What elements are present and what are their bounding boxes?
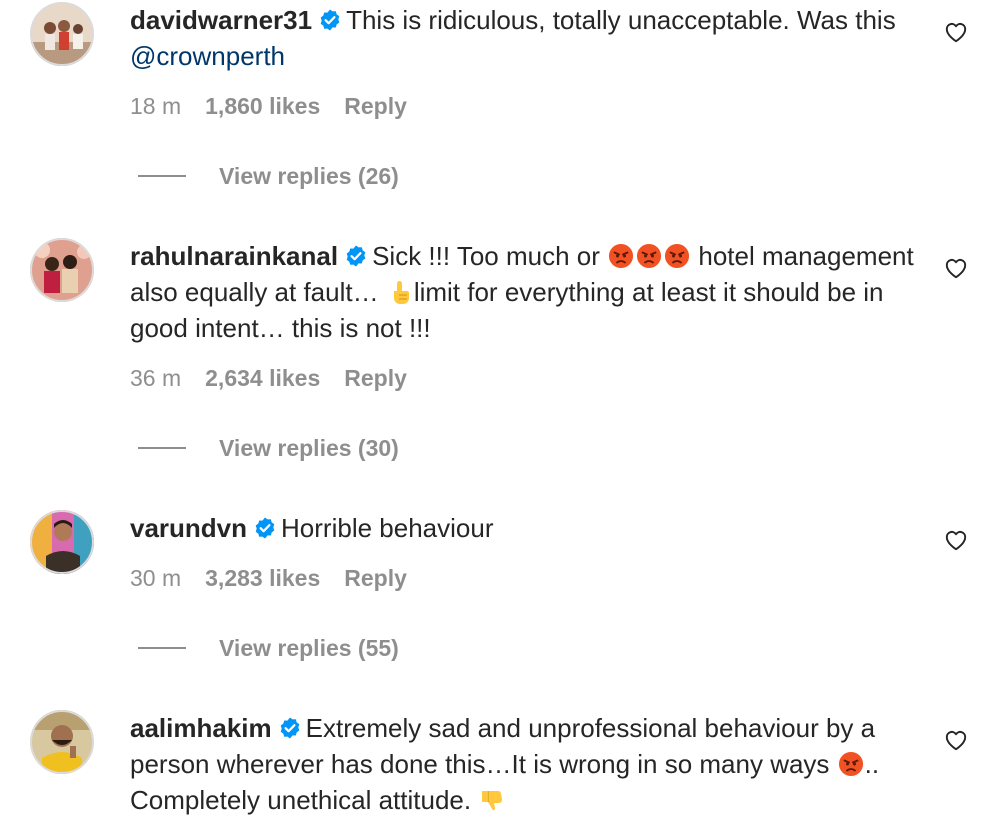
- reply-button[interactable]: Reply: [344, 92, 407, 120]
- like-heart-icon[interactable]: [943, 527, 969, 553]
- likes-count[interactable]: 3,283 likes: [205, 564, 320, 592]
- like-heart-icon[interactable]: [943, 255, 969, 281]
- view-replies-label: View replies (30): [219, 434, 399, 461]
- angry-face-icon: [838, 751, 864, 777]
- comment-text: davidwarner31 This is ridiculous, totally…: [130, 2, 920, 74]
- avatar[interactable]: [30, 710, 94, 774]
- verified-badge-icon: [278, 716, 302, 740]
- comment-meta: 36 m 2,634 likes Reply: [130, 364, 407, 392]
- comment-body: Sick !!! Too much or: [372, 241, 608, 271]
- verified-badge-icon: [318, 8, 342, 32]
- view-replies-button[interactable]: View replies (26): [138, 161, 399, 191]
- avatar[interactable]: [30, 238, 94, 302]
- verified-badge-icon: [253, 516, 277, 540]
- comment-time: 36 m: [130, 365, 182, 391]
- like-heart-icon[interactable]: [943, 727, 969, 753]
- avatar[interactable]: [30, 510, 94, 574]
- username[interactable]: varundvn: [130, 513, 247, 543]
- comment-time: 18 m: [130, 93, 182, 119]
- comment-text: varundvn Horrible behaviour: [130, 510, 920, 546]
- reply-button[interactable]: Reply: [344, 364, 407, 392]
- comment-text: aalimhakim Extremely sad and unprofession…: [130, 710, 920, 818]
- view-replies-button[interactable]: View replies (30): [138, 433, 399, 463]
- reply-button[interactable]: Reply: [344, 564, 407, 592]
- divider-line: [138, 447, 186, 449]
- divider-line: [138, 175, 186, 177]
- divider-line: [138, 647, 186, 649]
- view-replies-label: View replies (55): [219, 634, 399, 661]
- angry-face-icon: [636, 243, 662, 269]
- comment-body: Horrible behaviour: [281, 513, 494, 543]
- username[interactable]: aalimhakim: [130, 713, 272, 743]
- comment-meta: 18 m 1,860 likes Reply: [130, 92, 407, 120]
- verified-badge-icon: [344, 244, 368, 268]
- thumbs-down-icon: [479, 787, 505, 813]
- username[interactable]: rahulnarainkanal: [130, 241, 338, 271]
- comment-meta: 30 m 3,283 likes Reply: [130, 564, 407, 592]
- likes-count[interactable]: 1,860 likes: [205, 92, 320, 120]
- angry-face-icon: [608, 243, 634, 269]
- avatar[interactable]: [30, 2, 94, 66]
- pointing-up-hand-icon: [387, 279, 413, 305]
- like-heart-icon[interactable]: [943, 19, 969, 45]
- likes-count[interactable]: 2,634 likes: [205, 364, 320, 392]
- mention-link[interactable]: @crownperth: [130, 41, 285, 71]
- comment-body: This is ridiculous, totally unacceptable…: [346, 5, 896, 35]
- view-replies-button[interactable]: View replies (55): [138, 633, 399, 663]
- comment-time: 30 m: [130, 565, 182, 591]
- username[interactable]: davidwarner31: [130, 5, 312, 35]
- comment-text: rahulnarainkanal Sick !!! Too much or hot…: [130, 238, 920, 346]
- angry-face-icon: [664, 243, 690, 269]
- view-replies-label: View replies (26): [219, 162, 399, 189]
